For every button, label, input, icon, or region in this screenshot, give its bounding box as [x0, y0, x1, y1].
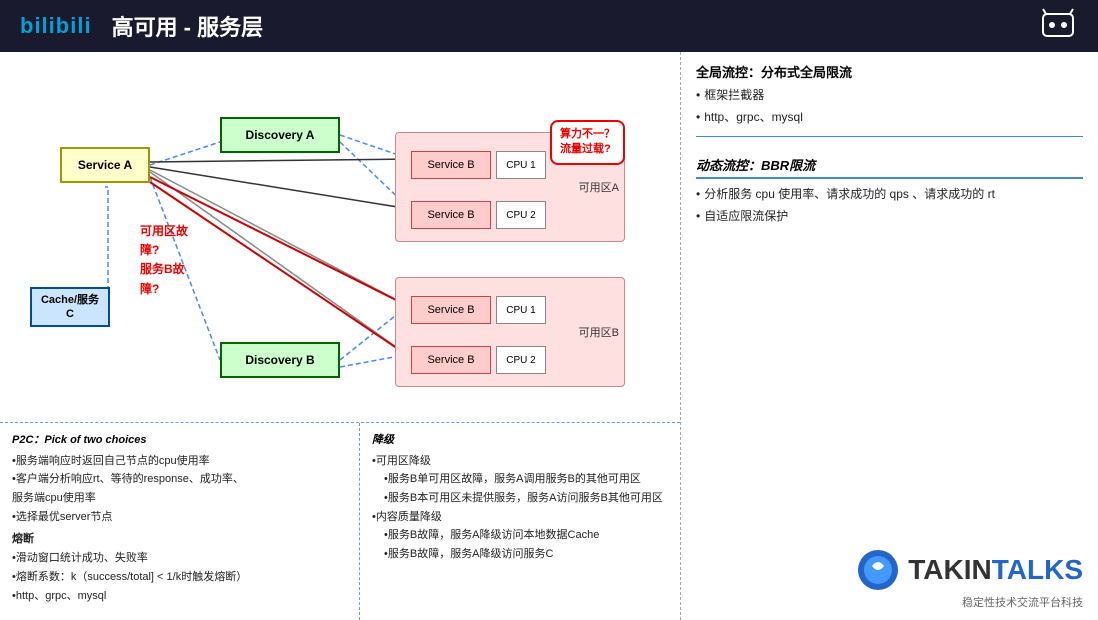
service-b1: Service B [411, 151, 491, 179]
p2c-fuse-title: 熔断 [12, 530, 347, 549]
p2c-item-2b: 服务端cpu使用率 [12, 489, 347, 508]
downgrade-item-2b: •服务B故障，服务A降级访问服务C [372, 545, 668, 564]
header: bilibili 高可用 - 服务层 [0, 0, 1098, 52]
discovery-a-node: Discovery A [220, 117, 340, 153]
cpu1-b: CPU 1 [496, 296, 546, 324]
cpu2-b: CPU 2 [496, 346, 546, 374]
flow-item-1: 框架拦截器 [696, 85, 1083, 107]
p2c-item-2: •客户端分析响应rt、等待的response、成功率、 [12, 470, 347, 489]
bottom-section: P2C：Pick of two choices •服务端响应时返回自己节点的cp… [0, 422, 680, 620]
downgrade-item-1a: •服务B单可用区故障，服务A调用服务B的其他可用区 [372, 470, 668, 489]
service-b2: Service B [411, 201, 491, 229]
downgrade-item-1: •可用区降级 [372, 452, 668, 471]
zone-a-label: 可用区A [579, 179, 619, 195]
downgrade-section: 降级 •可用区降级 •服务B单可用区故障，服务A调用服务B的其他可用区 •服务B… [360, 423, 680, 620]
downgrade-item-2: •内容质量降级 [372, 508, 668, 527]
dynamic-flow-section: 动态流控：BBR限流 分析服务 cpu 使用率、请求成功的 qps 、请求成功的… [696, 155, 1083, 227]
zone-b: Service B CPU 1 Service B CPU 2 可用区B [395, 277, 625, 387]
brand-name: TAKIN [908, 554, 991, 586]
right-panel: 全局流控：分布式全局限流 框架拦截器 http、grpc、mysql 动态流控：… [680, 52, 1098, 620]
warning-text: 可用区故 障? 服务B故 障? [140, 222, 188, 299]
brand-logo: TAKIN TALKS [856, 548, 1083, 592]
dynamic-flow-title: 动态流控：BBR限流 [696, 155, 1083, 179]
downgrade-title: 降级 [372, 431, 668, 450]
cpu1-a: CPU 1 [496, 151, 546, 179]
p2c-title: P2C：Pick of two choices [12, 431, 347, 450]
page-title: 高可用 - 服务层 [112, 10, 264, 42]
downgrade-item-2a: •服务B故障，服务A降级访问本地数据Cache [372, 526, 668, 545]
service-b3: Service B [411, 296, 491, 324]
global-flow-section: 全局流控：分布式全局限流 框架拦截器 http、grpc、mysql [696, 62, 1083, 137]
diagram-area: Service A Discovery A Discovery B Cache/… [0, 52, 680, 620]
p2c-fuse-2: •熔断系数：k（success/total] < 1/k时触发熔断） [12, 568, 347, 587]
global-flow-title: 全局流控：分布式全局限流 [696, 62, 1083, 81]
main-content: Service A Discovery A Discovery B Cache/… [0, 52, 1098, 620]
p2c-fuse-3: •http、grpc、mysql [12, 587, 347, 606]
takin-icon [856, 548, 900, 592]
speech-bubble: 算力不一？ 流量过载? [550, 120, 625, 165]
bilibili-logo: bilibili [20, 13, 92, 39]
header-icon [1038, 6, 1078, 46]
brand-area: TAKIN TALKS 稳定性技术交流平台科技 [696, 538, 1083, 610]
p2c-section: P2C：Pick of two choices •服务端响应时返回自己节点的cp… [0, 423, 360, 620]
brand-suffix: TALKS [992, 554, 1083, 586]
brand-subtitle: 稳定性技术交流平台科技 [962, 594, 1083, 610]
p2c-item-3: •选择最优server节点 [12, 508, 347, 527]
dynamic-item-1: 分析服务 cpu 使用率、请求成功的 qps 、请求成功的 rt [696, 184, 1083, 206]
cpu2-a: CPU 2 [496, 201, 546, 229]
downgrade-item-1b: •服务B本可用区未提供服务，服务A访问服务B其他可用区 [372, 489, 668, 508]
dynamic-item-2: 自适应限流保护 [696, 206, 1083, 228]
p2c-fuse-1: •滑动窗口统计成功、失败率 [12, 549, 347, 568]
zone-b-label: 可用区B [579, 324, 619, 340]
p2c-item-1: •服务端响应时返回自己节点的cpu使用率 [12, 452, 347, 471]
service-a-node: Service A [60, 147, 150, 183]
discovery-b-node: Discovery B [220, 342, 340, 378]
flow-item-2: http、grpc、mysql [696, 107, 1083, 129]
service-b4: Service B [411, 346, 491, 374]
cache-node: Cache/服务C [30, 287, 110, 327]
